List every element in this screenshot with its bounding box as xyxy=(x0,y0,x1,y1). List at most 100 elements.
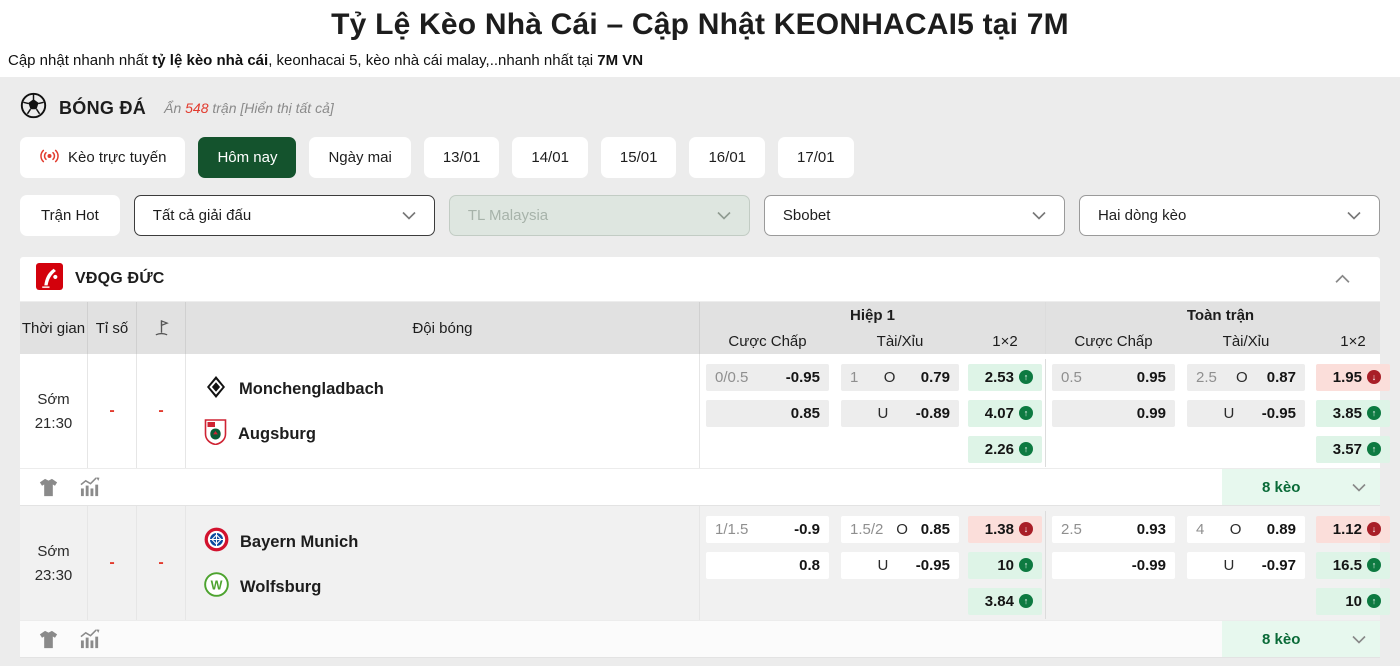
odds-h1-handicap-away[interactable]: 0.85 xyxy=(706,400,829,427)
dropdown-bookmaker[interactable]: Sbobet xyxy=(764,195,1065,236)
match-corners: - xyxy=(137,506,186,620)
odds-h1-1x2-home[interactable]: 1.38↓ xyxy=(968,516,1042,543)
hot-matches-button[interactable]: Trận Hot xyxy=(20,195,120,236)
league-header: VĐQG ĐỨC xyxy=(20,257,1380,302)
col-header-time: Thời gian xyxy=(20,302,88,354)
odds-ft-over[interactable]: 2.5O0.87 xyxy=(1187,364,1305,391)
odds-ft-1x2-away[interactable]: 3.85↑ xyxy=(1316,400,1390,427)
odds-trend-icon: ↑ xyxy=(1019,370,1033,384)
odds-h1-1x2-draw[interactable]: 3.84↑ xyxy=(968,588,1042,615)
team-cell: Bayern Munich W Wolfsburg xyxy=(186,506,700,620)
odds-trend-icon: ↑ xyxy=(1367,442,1381,456)
chevron-down-icon xyxy=(717,211,731,220)
live-odds-icon xyxy=(39,148,60,168)
away-team[interactable]: W Wolfsburg xyxy=(204,572,321,602)
match-row-bayern-wolfsburg: Sớm23:30 - - Bayern Munich W Wolfsburg xyxy=(20,506,1380,620)
odds-h1-1x2-home[interactable]: 2.53↑ xyxy=(968,364,1042,391)
soccer-ball-icon xyxy=(20,92,47,124)
odds-h1-1x2-away[interactable]: 10↑ xyxy=(968,552,1042,579)
collapse-chevron-up-icon[interactable] xyxy=(1335,274,1364,284)
wolfsburg-logo: W xyxy=(204,572,229,602)
odds-h1-1x2-draw[interactable]: 2.26↑ xyxy=(968,436,1042,463)
odds-trend-icon: ↓ xyxy=(1019,522,1033,536)
jersey-icon[interactable] xyxy=(38,478,59,497)
table-header: Thời gian Tỉ số Đội bóng Hiệp 1 Cược Chấ… xyxy=(20,302,1380,354)
odds-ft-1x2-draw[interactable]: 3.57↑ xyxy=(1316,436,1390,463)
home-team[interactable]: Bayern Munich xyxy=(204,527,358,557)
odds-ft-under[interactable]: U-0.97 xyxy=(1187,552,1305,579)
match-footer: 8 kèo xyxy=(20,620,1380,658)
match-time: Sớm21:30 xyxy=(20,354,88,468)
odds-trend-icon: ↑ xyxy=(1367,406,1381,420)
odds-h1-handicap-home[interactable]: 0/0.5-0.95 xyxy=(706,364,829,391)
bayern-munich-logo xyxy=(204,527,229,557)
date-tab-4[interactable]: 14/01 xyxy=(512,137,588,178)
league-name: VĐQG ĐỨC xyxy=(75,270,165,288)
league-card: VĐQG ĐỨC Thời gian Tỉ số Đội bóng Hiệp 1… xyxy=(20,257,1380,658)
odds-ft-1x2-draw[interactable]: 10↑ xyxy=(1316,588,1390,615)
odds-h1-handicap-home[interactable]: 1/1.5-0.9 xyxy=(706,516,829,543)
odds-ft-over[interactable]: 4O0.89 xyxy=(1187,516,1305,543)
chevron-down-icon xyxy=(1352,635,1366,644)
odds-ft-handicap-home[interactable]: 2.50.93 xyxy=(1052,516,1175,543)
match-row-monchengladbach-augsburg: Sớm21:30 - - Monchengladbach Augsburg xyxy=(20,354,1380,468)
date-tab-3[interactable]: 13/01 xyxy=(424,137,500,178)
page-subtitle: Cập nhật nhanh nhất tỷ lệ kèo nhà cái, k… xyxy=(0,42,1400,77)
match-time: Sớm23:30 xyxy=(20,506,88,620)
date-tab-0[interactable]: Kèo trực tuyến xyxy=(20,137,185,178)
chevron-down-icon xyxy=(1347,211,1361,220)
home-team[interactable]: Monchengladbach xyxy=(204,375,384,404)
odds-area: 0/0.5-0.95 1O0.79 2.53↑ 0.50.95 2.5O0.87… xyxy=(700,354,1395,468)
odds-ft-handicap-away[interactable]: 0.99 xyxy=(1052,400,1175,427)
svg-text:W: W xyxy=(211,578,223,592)
jersey-icon[interactable] xyxy=(38,630,59,649)
odds-h1-1x2-away[interactable]: 4.07↑ xyxy=(968,400,1042,427)
sport-header: BÓNG ĐÁ Ẩn 548 trận [Hiển thị tất cả] xyxy=(20,87,1380,129)
group-header-first-half: Hiệp 1 Cược Chấp Tài/Xỉu 1×2 xyxy=(700,302,1045,354)
dropdown-odds-format[interactable]: TL Malaysia xyxy=(449,195,750,236)
date-tab-2[interactable]: Ngày mai xyxy=(309,137,410,178)
date-tab-1[interactable]: Hôm nay xyxy=(198,137,296,178)
odds-h1-under[interactable]: U-0.95 xyxy=(841,552,959,579)
odds-trend-icon: ↑ xyxy=(1019,406,1033,420)
odds-h1-handicap-away[interactable]: 0.8 xyxy=(706,552,829,579)
odds-ft-handicap-home[interactable]: 0.50.95 xyxy=(1052,364,1175,391)
odds-trend-icon: ↑ xyxy=(1367,558,1381,572)
date-tab-6[interactable]: 16/01 xyxy=(689,137,765,178)
away-team[interactable]: Augsburg xyxy=(204,419,316,450)
odds-ft-1x2-home[interactable]: 1.12↓ xyxy=(1316,516,1390,543)
odds-trend-icon: ↑ xyxy=(1019,558,1033,572)
col-header-score: Tỉ số xyxy=(88,302,137,354)
match-corners: - xyxy=(137,354,186,468)
odds-trend-icon: ↑ xyxy=(1019,442,1033,456)
dropdown-league[interactable]: Tất cả giải đấu xyxy=(134,195,435,236)
page-title: Tỷ Lệ Kèo Nhà Cái – Cập Nhật KEONHACAI5 … xyxy=(0,0,1400,42)
odds-ft-handicap-away[interactable]: -0.99 xyxy=(1052,552,1175,579)
odds-ft-under[interactable]: U-0.95 xyxy=(1187,400,1305,427)
match-score: - xyxy=(88,506,137,620)
more-odds-expander[interactable]: 8 kèo xyxy=(1222,621,1380,657)
stats-chart-icon[interactable] xyxy=(79,629,102,650)
monchengladbach-logo xyxy=(204,375,228,404)
stats-chart-icon[interactable] xyxy=(79,477,102,498)
chevron-down-icon xyxy=(1032,211,1046,220)
odds-ft-1x2-home[interactable]: 1.95↓ xyxy=(1316,364,1390,391)
date-tab-7[interactable]: 17/01 xyxy=(778,137,854,178)
odds-h1-under[interactable]: U-0.89 xyxy=(841,400,959,427)
dropdown-line-count[interactable]: Hai dòng kèo xyxy=(1079,195,1380,236)
more-odds-expander[interactable]: 8 kèo xyxy=(1222,469,1380,505)
odds-trend-icon: ↑ xyxy=(1367,594,1381,608)
augsburg-logo xyxy=(204,419,227,450)
odds-trend-icon: ↓ xyxy=(1367,370,1381,384)
odds-h1-over[interactable]: 1O0.79 xyxy=(841,364,959,391)
filter-bar: Trận Hot Tất cả giải đấu TL Malaysia Sbo… xyxy=(20,195,1380,236)
odds-ft-1x2-away[interactable]: 16.5↑ xyxy=(1316,552,1390,579)
col-header-team: Đội bóng xyxy=(186,302,700,354)
odds-h1-over[interactable]: 1.5/2O0.85 xyxy=(841,516,959,543)
sport-title: BÓNG ĐÁ xyxy=(59,98,146,119)
odds-area: 1/1.5-0.9 1.5/2O0.85 1.38↓ 2.50.93 4O0.8… xyxy=(700,506,1395,620)
corner-flag-icon xyxy=(137,302,186,354)
date-tab-5[interactable]: 15/01 xyxy=(601,137,677,178)
hidden-matches-toggle[interactable]: Ẩn 548 trận [Hiển thị tất cả] xyxy=(164,100,334,116)
odds-trend-icon: ↑ xyxy=(1019,594,1033,608)
